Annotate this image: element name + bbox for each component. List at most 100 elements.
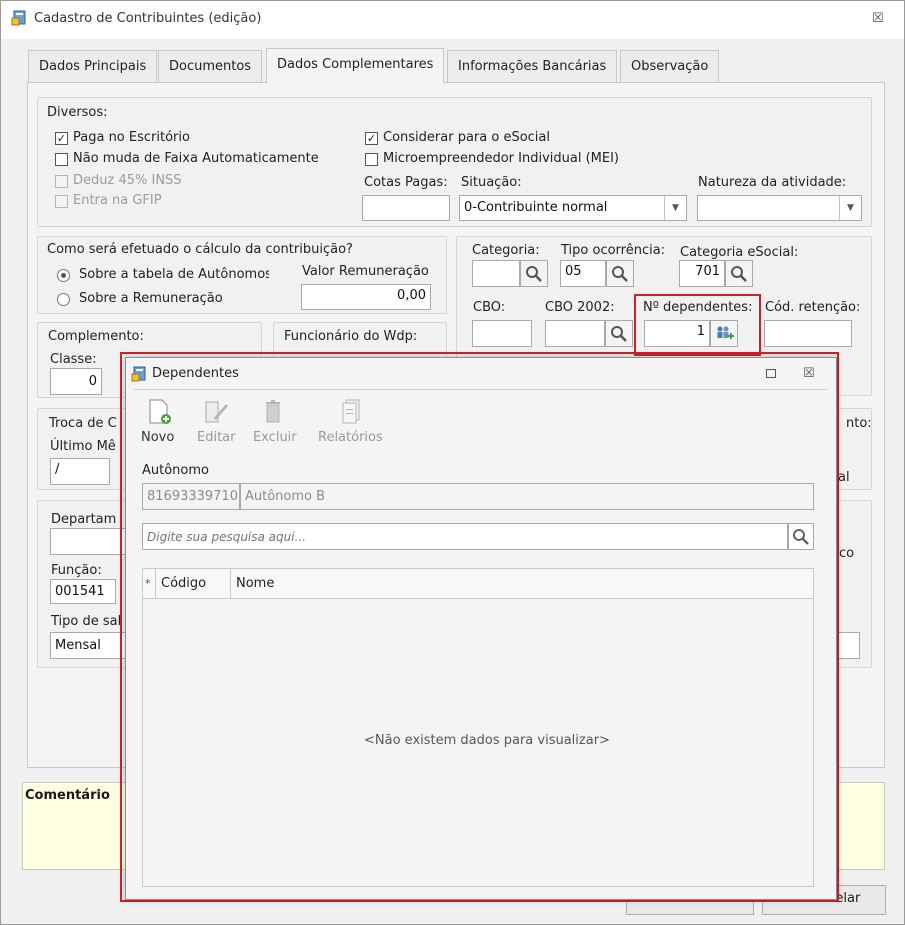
retencao-input[interactable] (764, 320, 852, 347)
tipo-salario-label: Tipo de sal (51, 614, 122, 629)
autonomo-name: Autônomo B (240, 483, 814, 510)
situacao-select[interactable]: 0-Contribuinte normal ▼ (459, 195, 687, 221)
categoria-input[interactable] (472, 260, 520, 287)
autonomo-label: Autônomo (142, 463, 209, 478)
categoria-search-button[interactable] (520, 260, 548, 287)
cbo-label: CBO: (473, 300, 506, 315)
restore-icon[interactable] (766, 369, 776, 378)
search-icon (793, 529, 809, 545)
calculo-label: Como será efetuado o cálculo da contribu… (47, 242, 353, 257)
departamento-input[interactable] (50, 528, 130, 555)
new-file-icon[interactable] (146, 398, 174, 426)
search-icon (526, 266, 542, 282)
troca-label: Troca de C (49, 416, 117, 431)
grid-col-separator (155, 569, 156, 599)
funcao-label: Função: (51, 563, 102, 578)
cotas-pagas-input[interactable] (362, 195, 450, 221)
excluir-button[interactable]: Excluir (253, 430, 297, 445)
cbo-input[interactable] (472, 320, 532, 347)
mei-checkbox[interactable] (365, 153, 378, 166)
radio-remuneracao-label: Sobre a Remuneração (79, 291, 223, 306)
tab-dados-principais[interactable]: Dados Principais (28, 50, 158, 82)
chevron-down-icon[interactable]: ▼ (839, 196, 861, 220)
complemento-label: Complemento: (48, 329, 144, 344)
diversos-label: Diversos: (47, 105, 108, 120)
cbo2002-label: CBO 2002: (545, 300, 615, 315)
nao-muda-faixa-label: Não muda de Faixa Automaticamente (73, 151, 319, 166)
classe-label: Classe: (50, 352, 97, 367)
troca-right-text: al (838, 470, 850, 485)
dependentes-button[interactable] (710, 320, 738, 347)
cbo2002-input[interactable] (545, 320, 605, 347)
natureza-select[interactable]: ▼ (697, 195, 862, 221)
categoria-label: Categoria: (472, 243, 540, 258)
tab-informacoes-bancarias[interactable]: Informações Bancárias (447, 50, 618, 82)
edit-icon[interactable] (202, 398, 230, 426)
valor-remuneracao-label: Valor Remuneração (302, 264, 429, 279)
categoria-esocial-input[interactable]: 701 (679, 260, 725, 287)
funcao-input[interactable]: 001541 (50, 579, 116, 604)
entra-gfip-label: Entra na GFIP (73, 193, 162, 208)
cbo2002-search-button[interactable] (605, 320, 633, 347)
deduz-inss-checkbox (55, 175, 68, 188)
entra-gfip-checkbox (55, 195, 68, 208)
tab-observacao[interactable]: Observação (620, 50, 720, 82)
add-people-icon (717, 326, 734, 339)
ultimo-mes-label: Último Mê (50, 439, 116, 454)
close-icon[interactable]: ☒ (872, 11, 884, 26)
search-input[interactable] (142, 523, 788, 550)
app-icon (11, 10, 26, 26)
mei-label: Microempreendedor Individual (MEI) (383, 151, 619, 166)
dialog-app-icon (131, 366, 146, 382)
chevron-down-icon[interactable]: ▼ (664, 196, 686, 220)
report-icon[interactable] (340, 398, 364, 426)
troca-right-label: nto: (846, 416, 872, 431)
cotas-pagas-label: Cotas Pagas: (364, 175, 448, 190)
dependentes-grid[interactable] (142, 568, 814, 887)
editar-button[interactable]: Editar (197, 430, 236, 445)
grid-col-codigo[interactable]: Código (161, 576, 206, 591)
relatorios-button[interactable]: Relatórios (318, 430, 383, 445)
paga-escritorio-checkbox[interactable]: ✓ (55, 132, 68, 145)
search-button[interactable] (788, 523, 814, 550)
nao-muda-faixa-checkbox[interactable] (55, 153, 68, 166)
search-icon (731, 266, 747, 282)
categoria-esocial-search-button[interactable] (725, 260, 753, 287)
dialog-divider (134, 389, 828, 390)
tab-documentos[interactable]: Documentos (158, 50, 263, 82)
grid-empty-message: <Não existem dados para visualizar> (364, 733, 610, 748)
trash-icon[interactable] (262, 398, 286, 426)
grid-col-separator (230, 569, 231, 599)
search-icon (612, 266, 628, 282)
radio-remuneracao[interactable] (57, 293, 70, 306)
dependentes-input[interactable]: 1 (644, 320, 710, 347)
novo-button[interactable]: Novo (141, 430, 174, 445)
deduz-inss-label: Deduz 45% INSS (73, 173, 182, 188)
dialog-close-icon[interactable]: ☒ (803, 366, 815, 381)
window-title: Cadastro de Contribuintes (edição) (34, 11, 262, 26)
retencao-label: Cód. retenção: (765, 300, 861, 315)
grid-col-nome[interactable]: Nome (236, 576, 274, 591)
grid-col-indicator: * (145, 577, 151, 590)
comentario-label: Comentário (25, 788, 110, 803)
valor-remuneracao-input[interactable]: 0,00 (301, 284, 431, 310)
tipo-ocorrencia-search-button[interactable] (606, 260, 634, 287)
dialog-title: Dependentes (152, 366, 239, 381)
tipo-ocorrencia-label: Tipo ocorrência: (561, 243, 666, 258)
tipo-ocorrencia-input[interactable]: 05 (560, 260, 606, 287)
natureza-label: Natureza da atividade: (698, 175, 847, 190)
tab-dados-complementares[interactable]: Dados Complementares (266, 48, 445, 83)
paga-escritorio-label: Paga no Escritório (73, 130, 190, 145)
situacao-value: 0-Contribuinte normal (464, 200, 608, 215)
radio-tabela-autonomos[interactable] (57, 269, 70, 282)
funcionario-label: Funcionário do Wdp: (284, 329, 418, 344)
dependentes-label: Nº dependentes: (643, 300, 753, 315)
considerar-esocial-label: Considerar para o eSocial (383, 130, 550, 145)
tipo-salario-input[interactable]: Mensal (50, 632, 130, 659)
ultimo-mes-input[interactable]: / (50, 458, 110, 485)
categoria-esocial-label: Categoria eSocial: (680, 245, 799, 260)
classe-input[interactable]: 0 (50, 368, 102, 395)
search-icon (611, 326, 627, 342)
departamento-label: Departam (51, 512, 117, 527)
considerar-esocial-checkbox[interactable]: ✓ (365, 132, 378, 145)
